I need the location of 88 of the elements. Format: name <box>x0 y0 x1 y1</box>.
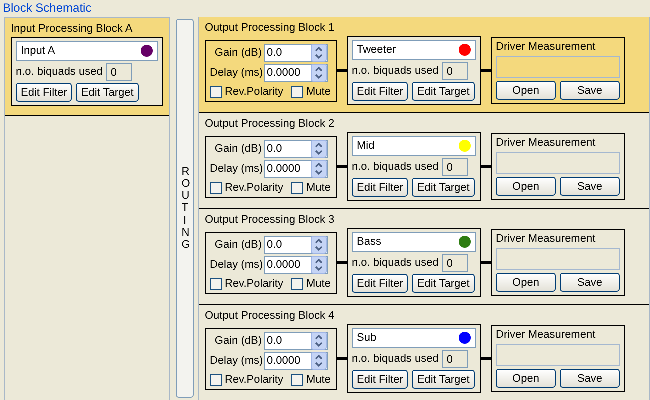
edit-button[interactable]: Edit Target <box>412 178 475 197</box>
checkbox[interactable] <box>291 278 304 290</box>
checkbox-label: Rev.Polarity <box>225 182 284 194</box>
delay-label: Delay (ms) <box>210 354 262 366</box>
biquads-label: n.o. biquads used <box>16 66 103 78</box>
checkbox-label: Rev.Polarity <box>225 278 284 290</box>
delay-label: Delay (ms) <box>210 258 262 270</box>
file-button[interactable]: Save <box>560 81 620 100</box>
checkbox[interactable] <box>291 374 304 386</box>
delay-field[interactable]: 0.0000 <box>264 352 328 370</box>
checkbox-label: Rev.Polarity <box>225 374 284 386</box>
edit-button[interactable]: Edit Filter <box>352 274 408 293</box>
edit-button[interactable]: Edit Target <box>412 82 475 101</box>
gain-field[interactable]: 0.0 <box>264 140 328 158</box>
biquads-label: n.o. biquads used <box>352 161 439 173</box>
block-title: Output Processing Block 4 <box>205 309 336 324</box>
checkbox[interactable] <box>210 374 222 386</box>
channel-name-field[interactable]: Mid <box>352 136 476 156</box>
edit-button[interactable]: Edit Target <box>76 83 139 102</box>
file-button[interactable]: Open <box>496 177 556 196</box>
block-title: Output Processing Block 1 <box>205 21 336 36</box>
checkbox-label: Mute <box>306 86 331 98</box>
block-title: Output Processing Block 2 <box>205 117 336 132</box>
file-button[interactable]: Open <box>496 369 556 388</box>
edit-button[interactable]: Edit Filter <box>352 178 408 197</box>
gain-label: Gain (dB) <box>214 46 262 58</box>
edit-button[interactable]: Edit Target <box>412 274 475 293</box>
channel-name-field[interactable]: Input A <box>16 41 158 61</box>
spinner-icon[interactable] <box>311 64 327 82</box>
measurement-title: Driver Measurement <box>496 137 597 149</box>
edit-button[interactable]: Edit Filter <box>352 82 408 101</box>
channel-name-field[interactable]: Tweeter <box>352 40 476 60</box>
measurement-title: Driver Measurement <box>496 41 597 53</box>
delay-label: Delay (ms) <box>210 162 262 174</box>
gain-label: Gain (dB) <box>214 334 262 346</box>
spinner-icon[interactable] <box>311 140 327 158</box>
biquads-count: 0 <box>442 254 468 272</box>
spinner-icon[interactable] <box>311 256 327 274</box>
file-button[interactable]: Open <box>496 81 556 100</box>
edit-button[interactable]: Edit Target <box>412 370 475 389</box>
biquads-label: n.o. biquads used <box>352 353 439 365</box>
biquads-label: n.o. biquads used <box>352 65 439 77</box>
channel-name-field[interactable]: Bass <box>352 232 476 252</box>
delay-field[interactable]: 0.0000 <box>264 64 328 82</box>
checkbox-label: Rev.Polarity <box>225 86 284 98</box>
measurement-field[interactable] <box>496 56 620 78</box>
checkbox[interactable] <box>291 182 304 194</box>
measurement-field[interactable] <box>496 248 620 270</box>
spinner-icon[interactable] <box>311 332 327 350</box>
checkbox[interactable] <box>291 86 304 98</box>
routing-button[interactable]: ROUTING <box>176 19 194 398</box>
gain-label: Gain (dB) <box>214 238 262 250</box>
gain-field[interactable]: 0.0 <box>264 44 328 62</box>
biquads-count: 0 <box>442 158 468 176</box>
delay-field[interactable]: 0.0000 <box>264 256 328 274</box>
delay-label: Delay (ms) <box>210 66 262 78</box>
biquads-count: 0 <box>442 62 468 80</box>
spinner-icon[interactable] <box>311 352 327 370</box>
file-button[interactable]: Save <box>560 177 620 196</box>
gain-label: Gain (dB) <box>214 142 262 154</box>
spinner-icon[interactable] <box>311 236 327 254</box>
measurement-title: Driver Measurement <box>496 233 597 245</box>
checkbox[interactable] <box>210 86 222 98</box>
delay-field[interactable]: 0.0000 <box>264 160 328 178</box>
checkbox[interactable] <box>210 182 222 194</box>
checkbox-label: Mute <box>306 182 331 194</box>
channel-name-field[interactable]: Sub <box>352 328 476 348</box>
measurement-field[interactable] <box>496 344 620 366</box>
measurement-field[interactable] <box>496 152 620 174</box>
spinner-icon[interactable] <box>311 160 327 178</box>
edit-button[interactable]: Edit Filter <box>352 370 408 389</box>
checkbox-label: Mute <box>306 278 331 290</box>
gain-field[interactable]: 0.0 <box>264 236 328 254</box>
block-title: Output Processing Block 3 <box>205 213 336 228</box>
biquads-label: n.o. biquads used <box>352 257 439 269</box>
measurement-title: Driver Measurement <box>496 329 597 341</box>
file-button[interactable]: Save <box>560 369 620 388</box>
file-button[interactable]: Save <box>560 273 620 292</box>
checkbox-label: Mute <box>306 374 331 386</box>
edit-button[interactable]: Edit Filter <box>16 83 72 102</box>
spinner-icon[interactable] <box>311 44 327 62</box>
gain-field[interactable]: 0.0 <box>264 332 328 350</box>
block-title: Input Processing Block A <box>11 22 134 37</box>
checkbox[interactable] <box>210 278 222 290</box>
panel-title: Block Schematic <box>2 0 93 17</box>
file-button[interactable]: Open <box>496 273 556 292</box>
biquads-count: 0 <box>106 63 132 81</box>
biquads-count: 0 <box>442 350 468 368</box>
